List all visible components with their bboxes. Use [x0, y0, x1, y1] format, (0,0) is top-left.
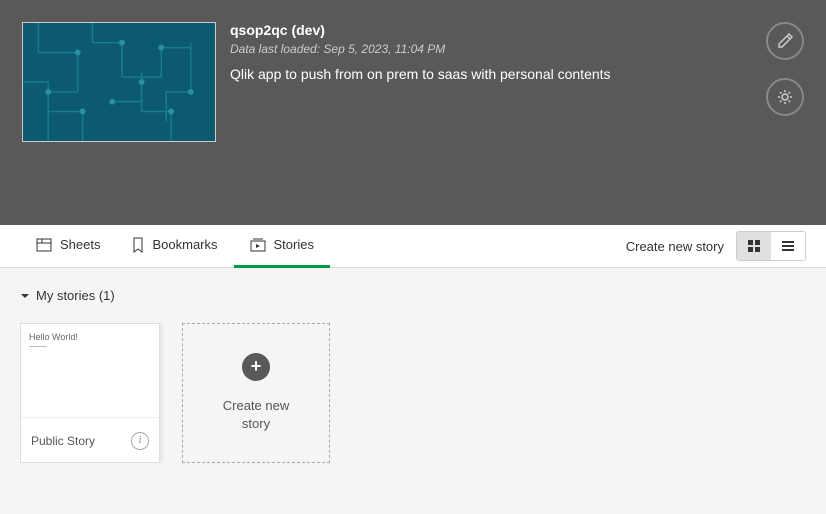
bookmark-icon	[132, 237, 144, 253]
list-view-button[interactable]	[771, 232, 805, 260]
app-header: qsop2qc (dev) Data last loaded: Sep 5, 2…	[0, 0, 826, 225]
thumbnail-pattern-icon	[23, 23, 215, 141]
tab-sheets-label: Sheets	[60, 237, 100, 252]
tab-bookmarks-label: Bookmarks	[152, 237, 217, 252]
info-icon[interactable]: i	[131, 432, 149, 450]
settings-button[interactable]	[766, 78, 804, 116]
list-icon	[781, 239, 795, 253]
app-title: qsop2qc (dev)	[230, 22, 746, 38]
gear-icon	[776, 88, 794, 106]
chevron-down-icon	[20, 291, 30, 301]
tabs-row: Sheets Bookmarks Stories Create new stor…	[0, 225, 826, 268]
grid-icon	[747, 239, 761, 253]
tab-sheets[interactable]: Sheets	[20, 225, 116, 268]
app-info: qsop2qc (dev) Data last loaded: Sep 5, 2…	[230, 22, 746, 82]
story-title: Public Story	[31, 434, 95, 448]
edit-button[interactable]	[766, 22, 804, 60]
view-toggle	[736, 231, 806, 261]
content-area: My stories (1) Hello World! ——— Public S…	[0, 268, 826, 514]
app-description: Qlik app to push from on prem to saas wi…	[230, 66, 746, 82]
section-title: My stories (1)	[36, 288, 115, 303]
preview-sub: ———	[29, 344, 151, 350]
section-header[interactable]: My stories (1)	[20, 288, 806, 303]
plus-icon: +	[242, 353, 270, 381]
preview-text: Hello World!	[29, 332, 151, 342]
cards-row: Hello World! ——— Public Story i + Create…	[20, 323, 806, 463]
story-footer: Public Story i	[21, 418, 159, 463]
app-meta: Data last loaded: Sep 5, 2023, 11:04 PM	[230, 42, 746, 56]
stories-icon	[250, 238, 266, 252]
tab-bookmarks[interactable]: Bookmarks	[116, 225, 233, 268]
pencil-icon	[777, 33, 793, 49]
create-story-card[interactable]: + Create newstory	[182, 323, 330, 463]
tab-stories-label: Stories	[274, 237, 314, 252]
create-story-link[interactable]: Create new story	[626, 239, 724, 254]
app-thumbnail	[22, 22, 216, 142]
story-card[interactable]: Hello World! ——— Public Story i	[20, 323, 160, 463]
grid-view-button[interactable]	[737, 232, 771, 260]
sheets-icon	[36, 238, 52, 252]
story-preview: Hello World! ———	[21, 324, 159, 418]
tab-stories[interactable]: Stories	[234, 225, 330, 268]
create-card-label: Create newstory	[223, 397, 289, 433]
